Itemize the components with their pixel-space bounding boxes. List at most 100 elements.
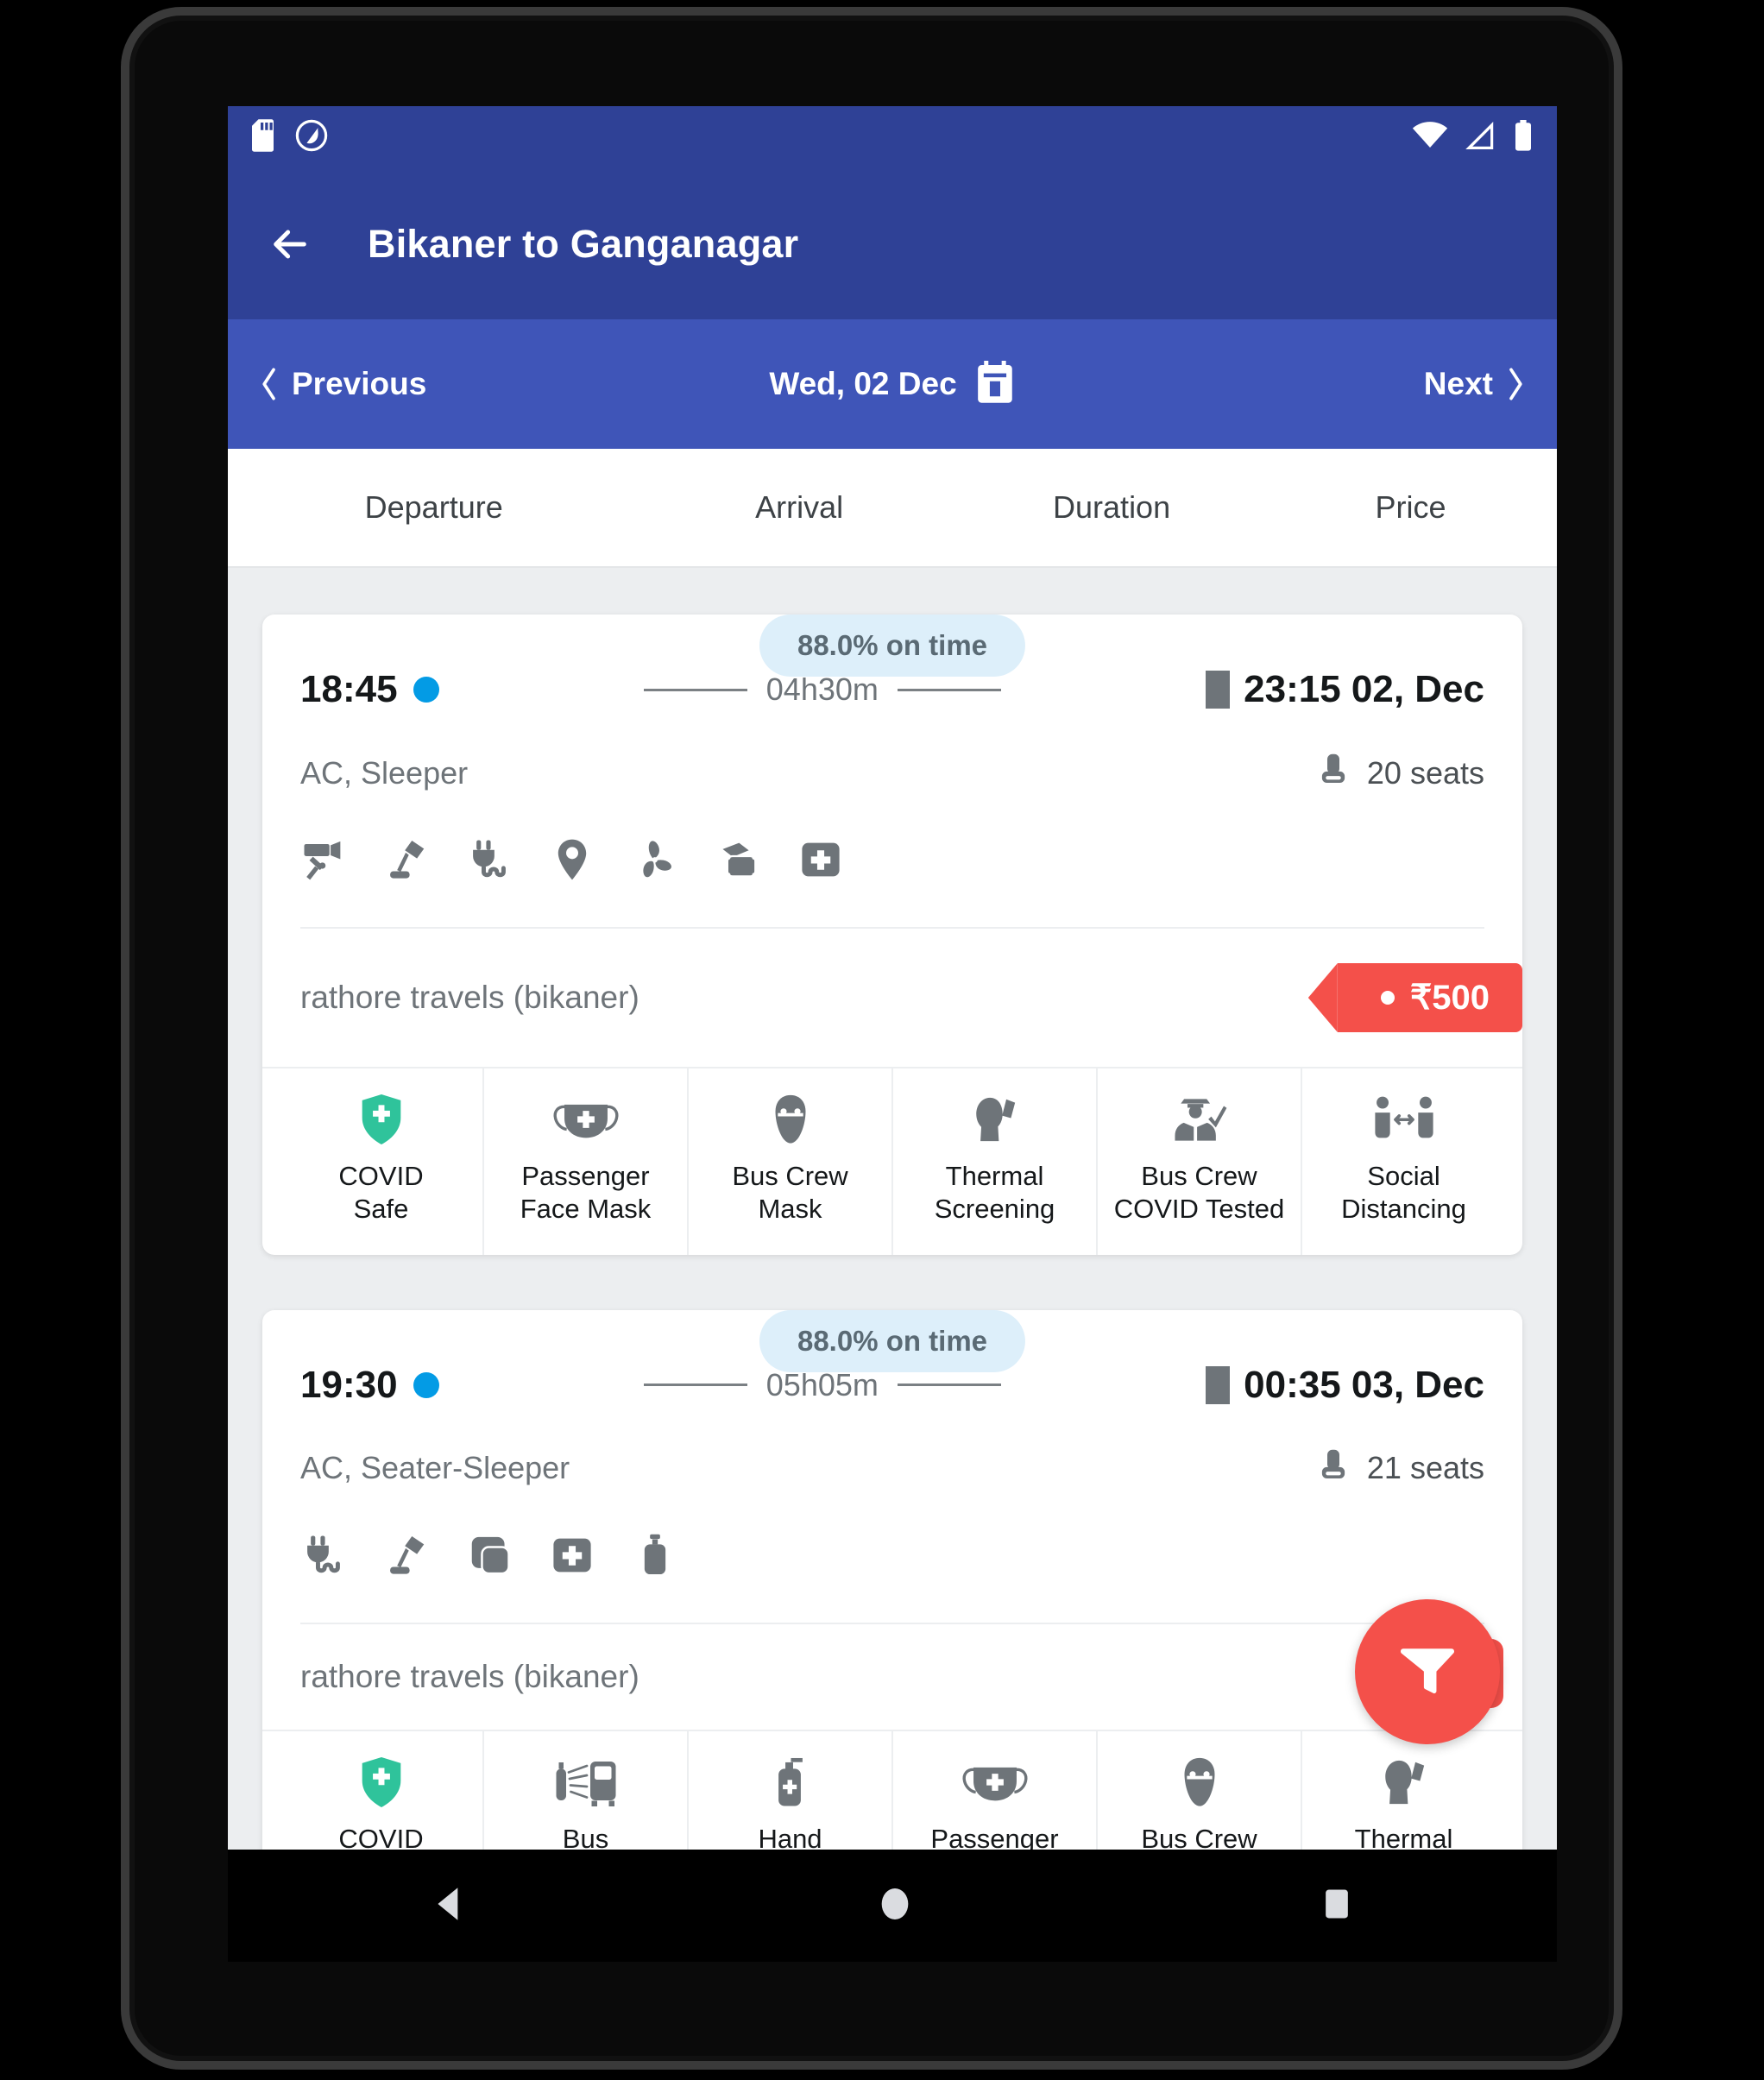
- crew-mask-icon: [768, 1091, 813, 1148]
- bus-result-item[interactable]: 88.0% on time 18:45 04h30m 23:15 02, Dec…: [228, 615, 1557, 1255]
- covid-feature-bus-crew-covid-tested: Bus Crew COVID Tested: [1098, 1068, 1302, 1255]
- departure-time: 19:30: [300, 1363, 398, 1406]
- bus-sanitized-icon: [551, 1754, 621, 1811]
- bus-result-item[interactable]: 88.0% on time 19:30 05h05m 00:35 03, Dec…: [228, 1309, 1557, 1850]
- seats-available: 21 seats: [1315, 1448, 1484, 1489]
- date-navigation-bar: Previous Wed, 02 Dec Next: [228, 319, 1557, 449]
- covid-shield-icon: [360, 1091, 403, 1148]
- face-mask-icon: [961, 1754, 1029, 1811]
- gps-tracking-icon: [549, 836, 595, 887]
- hand-sanitizer-icon: [771, 1754, 810, 1811]
- filter-fab-circle[interactable]: [1355, 1599, 1500, 1744]
- first-aid-kit-icon: [549, 1532, 595, 1583]
- column-header-arrival[interactable]: Arrival: [639, 489, 959, 526]
- blanket-icon: [466, 1532, 513, 1583]
- adaptive-brightness-icon: [295, 119, 328, 156]
- covid-feature-label: Bus: [562, 1823, 609, 1850]
- operator-row[interactable]: rathore travels (bikaner): [262, 1624, 1522, 1731]
- column-header-duration[interactable]: Duration: [959, 489, 1264, 526]
- duration-text: 04h30m: [765, 671, 879, 707]
- covid-feature-label: COVID Safe: [338, 1161, 424, 1224]
- covid-feature-label: Thermal: [1354, 1823, 1453, 1850]
- seat-icon: [1315, 753, 1351, 793]
- back-arrow-icon[interactable]: [266, 220, 314, 268]
- on-time-badge: 88.0% on time: [759, 1309, 1026, 1372]
- operator-row[interactable]: rathore travels (bikaner) ₹500: [262, 929, 1522, 1068]
- bus-type: AC, Seater-Sleeper: [300, 1450, 570, 1486]
- covid-feature-covid-safe: COVID Safe: [280, 1068, 484, 1255]
- covid-feature-bus-sanitized: Bus: [484, 1730, 689, 1850]
- social-distancing-icon: [1373, 1091, 1435, 1148]
- departure-dot-icon: [413, 1371, 439, 1398]
- app-bar: Bikaner to Ganganagar: [228, 168, 1557, 319]
- bus-card[interactable]: 18:45 04h30m 23:15 02, Dec AC, Sleeper 2…: [262, 615, 1522, 1255]
- duration-block: 05h05m: [439, 1367, 1206, 1403]
- date-label: Wed, 02 Dec: [769, 366, 957, 401]
- cctv-camera-icon: [300, 836, 347, 887]
- thermal-screening-icon: [970, 1091, 1020, 1148]
- nav-home-icon[interactable]: [875, 1884, 915, 1928]
- battery-icon: [1514, 119, 1533, 155]
- pillow-blanket-icon: [715, 836, 761, 887]
- covid-feature-label: Passenger Face Mask: [520, 1161, 652, 1224]
- thermal-screening-icon: [1379, 1754, 1429, 1811]
- nav-recents-icon[interactable]: [1318, 1885, 1356, 1927]
- covid-feature-bus-crew-mask: Bus Crew: [1098, 1730, 1302, 1850]
- seats-count: 21 seats: [1366, 1450, 1484, 1486]
- bus-meta-row: AC, Sleeper 20 seats: [300, 753, 1484, 793]
- covid-features-row: COVID Bus Hand Passenger Bus Crew Therma…: [262, 1730, 1522, 1850]
- covid-feature-label: COVID: [338, 1823, 424, 1850]
- reading-lamp-icon: [383, 836, 430, 887]
- column-headers: Departure Arrival Duration Price: [228, 449, 1557, 568]
- covid-feature-passenger-face-mask: Passenger: [893, 1730, 1098, 1850]
- operator-name: rathore travels (bikaner): [300, 980, 639, 1015]
- face-mask-icon: [552, 1091, 620, 1148]
- previous-day-button[interactable]: Previous: [259, 366, 426, 402]
- departure-time: 18:45: [300, 668, 398, 710]
- covid-feature-label: Bus Crew: [1141, 1823, 1257, 1850]
- price-tag[interactable]: ₹500: [1337, 963, 1522, 1032]
- covid-feature-thermal-screening: Thermal Screening: [893, 1068, 1098, 1255]
- covid-feature-label: Hand: [758, 1823, 822, 1850]
- cellular-signal-icon: [1465, 121, 1496, 154]
- bus-card[interactable]: 19:30 05h05m 00:35 03, Dec AC, Seater-Sl…: [262, 1309, 1522, 1850]
- covid-feature-passenger-face-mask: Passenger Face Mask: [484, 1068, 689, 1255]
- covid-feature-thermal-screening: Thermal: [1302, 1731, 1505, 1850]
- duration-block: 04h30m: [439, 671, 1206, 708]
- charging-point-icon: [300, 1532, 347, 1583]
- calendar-icon[interactable]: [976, 360, 1016, 408]
- seats-count: 20 seats: [1366, 754, 1484, 791]
- covid-feature-label: Thermal Screening: [934, 1161, 1055, 1224]
- column-header-price[interactable]: Price: [1264, 489, 1557, 526]
- on-time-badge: 88.0% on time: [759, 615, 1026, 677]
- duration-line-left: [643, 688, 747, 691]
- covid-feature-bus-crew-mask: Bus Crew Mask: [689, 1068, 893, 1255]
- covid-shield-icon: [360, 1754, 403, 1811]
- sd-card-icon: [252, 118, 278, 156]
- screen: Bikaner to Ganganagar Previous Wed, 02 D…: [228, 106, 1557, 1850]
- water-bottle-icon: [632, 1532, 678, 1583]
- crew-mask-icon: [1177, 1754, 1222, 1811]
- charging-point-icon: [466, 836, 513, 887]
- nav-back-icon[interactable]: [429, 1882, 472, 1930]
- duration-text: 05h05m: [765, 1366, 879, 1402]
- operator-name: rathore travels (bikaner): [300, 1658, 639, 1694]
- bus-type: AC, Sleeper: [300, 754, 469, 791]
- filter-fab-button[interactable]: [1355, 1599, 1503, 1748]
- price-value: ₹500: [1409, 979, 1490, 1017]
- next-day-button[interactable]: Next: [1424, 366, 1526, 402]
- covid-feature-label: Social Distancing: [1341, 1161, 1466, 1224]
- covid-feature-social-distancing: Social Distancing: [1302, 1068, 1505, 1255]
- arrival-time: 00:35 03, Dec: [1244, 1363, 1484, 1406]
- funnel-filter-icon: [1395, 1637, 1460, 1707]
- covid-feature-label: Bus Crew COVID Tested: [1113, 1161, 1285, 1224]
- arrival-time: 23:15 02, Dec: [1244, 668, 1484, 710]
- seats-available: 20 seats: [1315, 753, 1484, 793]
- previous-label: Previous: [292, 366, 427, 401]
- duration-line-right: [897, 688, 1001, 691]
- android-navigation-bar: [228, 1850, 1557, 1962]
- covid-feature-hand-sanitizer: Hand: [689, 1730, 893, 1850]
- amenity-icon-row: [300, 1532, 1484, 1624]
- arrival-block: 23:15 02, Dec: [1206, 668, 1484, 711]
- column-header-departure[interactable]: Departure: [228, 489, 639, 526]
